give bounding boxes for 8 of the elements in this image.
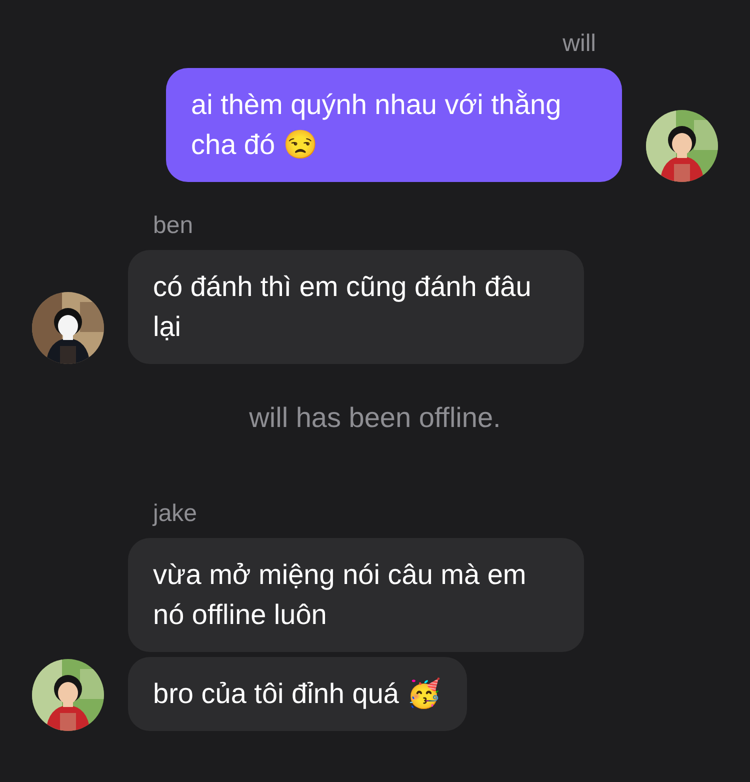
message-bubble: có đánh thì em cũng đánh đâu lại [128,250,584,364]
message-bubble: ai thèm quýnh nhau với thằng cha đó 😒 [166,68,622,182]
sender-name: jake [153,499,198,529]
system-message: will has been offline. [248,401,502,435]
message-bubble: bro của tôi đỉnh quá 🥳 [128,657,467,731]
sender-name: ben [153,211,194,241]
sender-name: will [562,29,596,59]
message-bubble: vừa mở miệng nói câu mà em nó offline luôn [128,538,584,652]
